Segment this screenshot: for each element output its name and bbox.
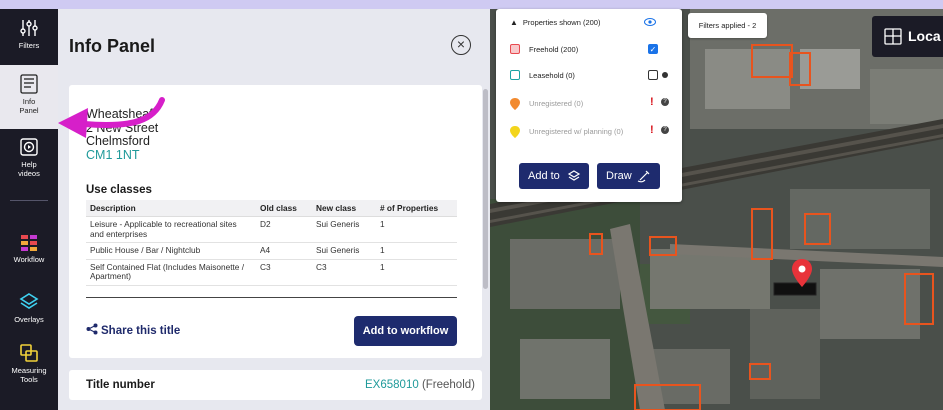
table-row: Leisure - Applicable to recreational sit… xyxy=(86,216,457,243)
rail-item-label: Help videos xyxy=(18,160,40,178)
column-header: Old class xyxy=(256,200,312,217)
location-label: Loca xyxy=(908,28,941,44)
table-cell: Leisure - Applicable to recreational sit… xyxy=(86,216,256,243)
properties-shown-label: Properties shown (200) xyxy=(522,18,601,27)
legend-row-unregistered-planning: Unregistered w/ planning (0) ! ? xyxy=(496,124,682,140)
divider xyxy=(86,297,457,298)
location-map-icon xyxy=(884,28,902,45)
share-label: Share this title xyxy=(101,325,181,337)
add-to-label: Add to xyxy=(528,170,560,182)
location-button[interactable]: Loca xyxy=(872,16,943,57)
left-toolbar: Filters Info Panel Help videos Workflow … xyxy=(0,9,58,410)
table-cell: 1 xyxy=(376,242,457,260)
share-title-link[interactable]: Share this title xyxy=(86,323,180,337)
scrollbar[interactable] xyxy=(483,89,488,289)
panel-title: Info Panel xyxy=(69,36,156,56)
filters-icon xyxy=(20,20,38,36)
rail-item-filters[interactable]: Filters xyxy=(0,17,58,50)
orange-pin-icon xyxy=(510,98,520,110)
table-row: Public House / Bar / Nightclub A4 Sui Ge… xyxy=(86,242,457,260)
table-cell: 1 xyxy=(376,259,457,286)
help-videos-icon xyxy=(20,138,38,156)
draw-button[interactable]: Draw xyxy=(597,163,660,189)
leasehold-checkbox[interactable] xyxy=(648,70,658,80)
add-to-workflow-button[interactable]: Add to workflow xyxy=(354,316,457,346)
rail-item-overlays[interactable]: Overlays xyxy=(0,291,58,324)
table-row: Self Contained Flat (Includes Maisonette… xyxy=(86,259,457,286)
column-header: # of Properties xyxy=(376,200,457,217)
table-cell: C3 xyxy=(312,259,376,286)
legend-label: Freehold (200) xyxy=(529,45,579,54)
legend-label: Unregistered w/ planning (0) xyxy=(529,127,624,136)
rail-item-label: Filters xyxy=(18,41,40,50)
legend-label: Leasehold (0) xyxy=(529,71,575,80)
yellow-pin-icon xyxy=(510,126,520,138)
properties-legend: ▲ Properties shown (200) Freehold (200) ✓… xyxy=(496,9,682,202)
freehold-swatch xyxy=(510,44,520,54)
warning-icon: ! xyxy=(650,124,654,136)
legend-row-freehold: Freehold (200) ✓ xyxy=(496,42,682,58)
close-icon: × xyxy=(456,36,466,52)
info-panel-icon xyxy=(20,74,38,94)
top-strip xyxy=(0,0,943,9)
table-cell: Sui Generis xyxy=(312,242,376,260)
draw-label: Draw xyxy=(606,170,632,182)
table-cell: Self Contained Flat (Includes Maisonette… xyxy=(86,259,256,286)
table-cell: Public House / Bar / Nightclub xyxy=(86,242,256,260)
legend-row-leasehold: Leasehold (0) xyxy=(496,68,682,84)
info-dot-icon xyxy=(662,72,668,78)
legend-label: Unregistered (0) xyxy=(529,99,584,108)
warning-icon: ! xyxy=(650,96,654,108)
help-icon[interactable]: ? xyxy=(661,98,669,106)
rail-item-label: Workflow xyxy=(13,255,45,264)
title-number-label: Title number xyxy=(86,379,155,391)
rail-item-label: Measuring Tools xyxy=(11,366,47,384)
layers-add-icon xyxy=(567,170,581,181)
rail-item-measuring-tools[interactable]: Measuring Tools xyxy=(0,342,58,384)
rail-item-info-panel[interactable]: Info Panel xyxy=(0,65,58,129)
rail-item-help-videos[interactable]: Help videos xyxy=(0,136,58,178)
rail-item-workflow[interactable]: Workflow xyxy=(0,231,58,264)
title-number[interactable]: EX658010 xyxy=(365,379,419,391)
eye-icon[interactable] xyxy=(644,17,656,27)
legend-row-unregistered: Unregistered (0) ! ? xyxy=(496,96,682,112)
table-cell: 1 xyxy=(376,216,457,243)
location-pin-icon[interactable] xyxy=(791,258,813,288)
workflow-icon xyxy=(21,235,37,251)
measuring-tools-icon xyxy=(20,344,38,362)
postcode: CM1 1NT xyxy=(86,147,140,162)
table-cell: D2 xyxy=(256,216,312,243)
pencil-icon xyxy=(637,170,650,183)
overlays-icon xyxy=(19,293,39,309)
tenure: (Freehold) xyxy=(421,379,475,391)
info-panel: Info Panel × Wheatsheaf 2 New Street Che… xyxy=(58,9,490,410)
properties-shown-toggle[interactable]: ▲ Properties shown (200) xyxy=(510,18,600,27)
chevron-up-icon: ▲ xyxy=(510,18,518,27)
title-number-row: Title number EX658010 (Freehold) xyxy=(69,370,482,400)
annotation-arrow-icon xyxy=(58,97,165,138)
column-header: Description xyxy=(86,200,256,217)
rail-item-label: Info Panel xyxy=(19,97,39,115)
table-cell: Sui Generis xyxy=(312,216,376,243)
freehold-checkbox[interactable]: ✓ xyxy=(648,44,658,54)
close-button[interactable]: × xyxy=(451,35,471,55)
add-to-button[interactable]: Add to xyxy=(519,163,589,189)
leasehold-swatch xyxy=(510,70,520,80)
help-icon[interactable]: ? xyxy=(661,126,669,134)
filters-applied-chip[interactable]: Filters applied - 2 xyxy=(688,13,767,38)
table-cell: A4 xyxy=(256,242,312,260)
rail-item-label: Overlays xyxy=(14,315,44,324)
title-number-value[interactable]: EX658010 (Freehold) xyxy=(365,379,475,391)
column-header: New class xyxy=(312,200,376,217)
table-cell: C3 xyxy=(256,259,312,286)
use-classes-table: Description Old class New class # of Pro… xyxy=(86,200,457,286)
use-classes-heading: Use classes xyxy=(86,184,152,196)
share-icon xyxy=(86,323,98,335)
rail-divider xyxy=(10,200,48,201)
